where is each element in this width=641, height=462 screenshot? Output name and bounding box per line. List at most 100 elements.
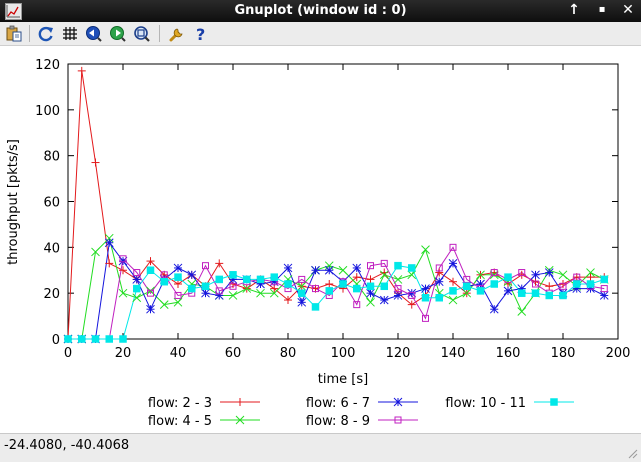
data-point [229, 271, 237, 279]
y-tick-label: 80 [43, 150, 60, 165]
data-point [270, 273, 278, 281]
data-point [174, 273, 182, 281]
zoom-previous-button[interactable] [84, 24, 104, 43]
data-point [544, 268, 554, 277]
data-point [201, 282, 210, 291]
x-tick-label: 160 [496, 346, 521, 361]
window-titlebar: Gnuplot (window id : 0) ↑ ▪ ✕ [0, 0, 641, 22]
data-point [490, 280, 498, 288]
legend-marker [393, 397, 403, 407]
x-tick-label: 140 [441, 346, 466, 361]
y-tick-label: 40 [43, 241, 60, 256]
data-point [586, 280, 595, 288]
toolbar-separator [159, 25, 160, 42]
data-point [325, 287, 333, 295]
x-tick-label: 180 [551, 346, 576, 361]
data-point [394, 261, 402, 270]
data-point [504, 273, 512, 281]
settings-button[interactable] [167, 24, 187, 43]
data-point [215, 275, 223, 284]
legend-entry: flow: 6 - 7 [306, 396, 418, 411]
data-point [503, 286, 513, 296]
data-point [215, 259, 224, 268]
data-point [393, 275, 403, 284]
data-point [463, 282, 471, 291]
legend-marker [550, 398, 558, 406]
x-tick-label: 80 [280, 346, 297, 361]
data-point [132, 275, 142, 284]
data-point [77, 66, 86, 75]
autoscale-button[interactable] [132, 24, 152, 43]
data-point [448, 259, 458, 268]
window-title: Gnuplot (window id : 0) [234, 3, 407, 18]
data-point [284, 280, 292, 288]
data-point [133, 284, 141, 293]
data-point [339, 280, 347, 288]
x-tick-label: 20 [115, 346, 132, 361]
data-point [421, 284, 430, 293]
y-axis-label: throughput [pkts/s] [6, 139, 21, 265]
legend-entry: flow: 2 - 3 [148, 396, 260, 411]
data-point [201, 288, 210, 298]
toolbar: ? [0, 22, 641, 46]
zoom-previous-icon [86, 26, 102, 42]
data-point [146, 304, 155, 314]
help-button[interactable]: ? [191, 24, 211, 43]
autoscale-icon [134, 26, 150, 42]
data-point [366, 275, 375, 284]
data-point [489, 304, 499, 314]
data-point [353, 284, 361, 293]
keep-above-button[interactable]: ↑ [565, 1, 583, 19]
x-tick-label: 0 [64, 346, 72, 361]
x-tick-label: 120 [386, 346, 411, 361]
y-tick-label: 100 [35, 104, 60, 119]
data-point [352, 263, 362, 273]
data-point [311, 265, 320, 275]
legend-marker [236, 398, 244, 406]
zoom-next-icon [110, 26, 126, 42]
data-point [78, 335, 86, 343]
data-point [283, 263, 293, 273]
data-point [187, 270, 197, 280]
data-point [559, 291, 567, 300]
legend-label: flow: 6 - 7 [306, 396, 370, 411]
data-point [380, 282, 388, 291]
data-point [379, 295, 389, 305]
toolbar-separator [29, 25, 30, 42]
copy-clipboard-icon [6, 25, 22, 42]
data-point [325, 280, 334, 288]
status-bar: -24.4080, -40.4068 [0, 433, 641, 462]
grid-button[interactable] [60, 24, 80, 43]
copy-clipboard-button[interactable] [4, 24, 24, 43]
data-point [599, 291, 609, 300]
data-point [160, 277, 168, 286]
data-point [449, 287, 457, 295]
replot-button[interactable] [36, 24, 56, 43]
data-point [531, 270, 540, 280]
replot-icon [38, 26, 53, 42]
plot-frame [67, 63, 619, 340]
legend-label: flow: 8 - 9 [306, 414, 370, 429]
y-tick-label: 120 [35, 58, 60, 73]
y-tick-label: 60 [43, 196, 60, 211]
data-point [91, 335, 100, 343]
data-point [243, 275, 251, 284]
y-tick-label: 0 [52, 333, 60, 348]
data-point [105, 335, 113, 343]
data-point [573, 280, 581, 288]
plot-canvas[interactable]: 0 20 40 60 80 100 120 140 160 180 200 0 20 40 60 80 100 1… [0, 46, 641, 433]
x-tick-label: 200 [606, 346, 631, 361]
data-point [408, 264, 416, 272]
data-point [545, 282, 554, 291]
cursor-coordinates: -24.4080, -40.4068 [4, 438, 130, 453]
data-point [64, 335, 72, 343]
minimize-button[interactable]: ▪ [593, 1, 611, 19]
data-point [297, 297, 307, 307]
x-tick-label: 60 [225, 346, 242, 361]
zoom-next-button[interactable] [108, 24, 128, 43]
series-line [68, 265, 605, 340]
data-point [476, 287, 485, 295]
data-point [531, 289, 540, 297]
resize-grip-icon[interactable] [626, 447, 638, 459]
close-button[interactable]: ✕ [619, 1, 637, 19]
